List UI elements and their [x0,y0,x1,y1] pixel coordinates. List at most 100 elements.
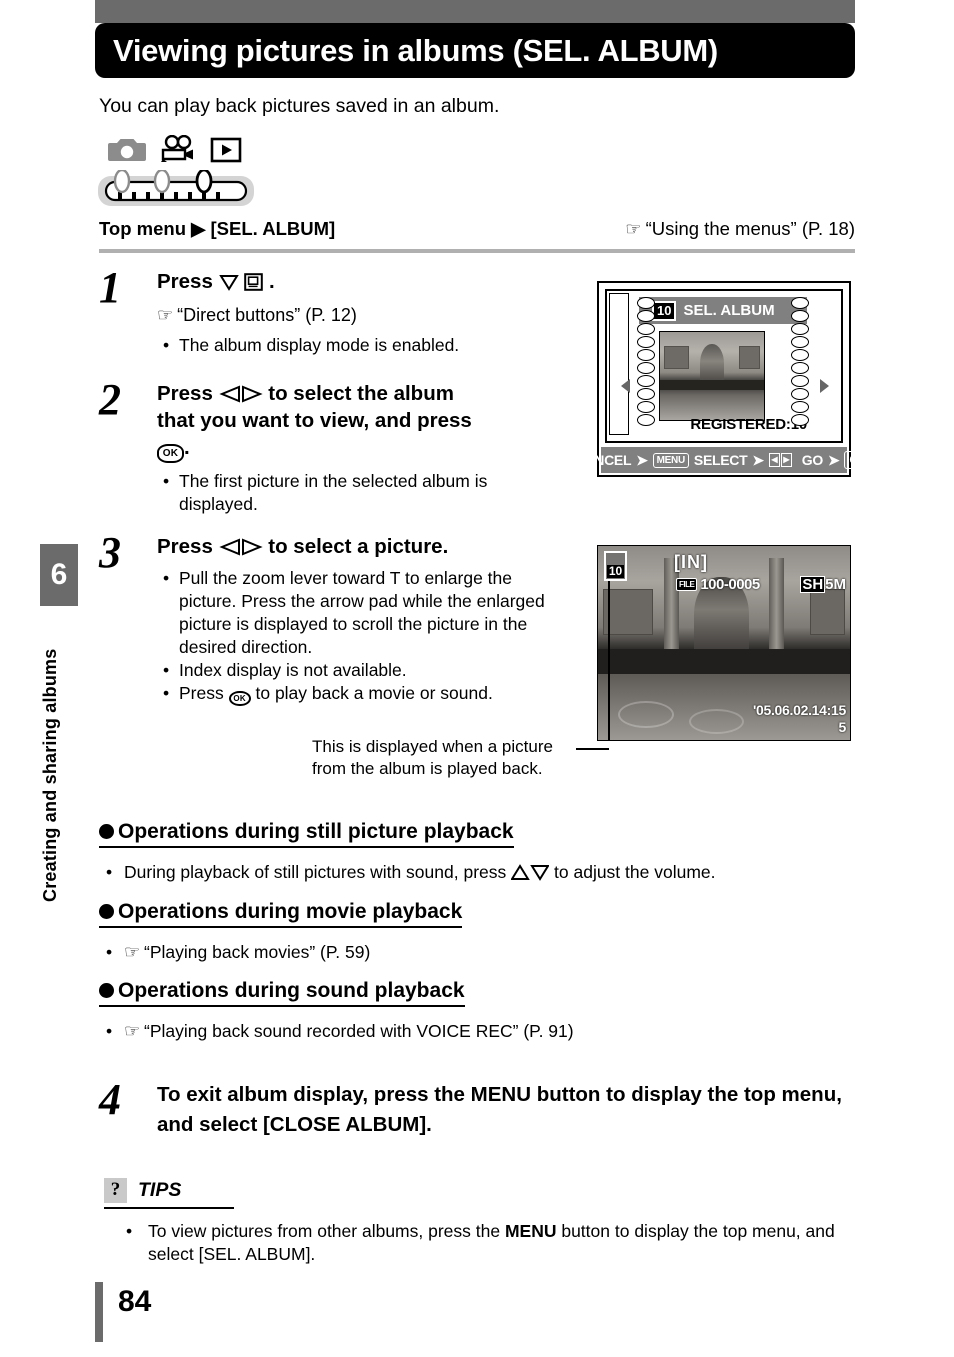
album-title-bar: 10 SEL. ALBUM [639,297,807,324]
question-mark-icon: ? [104,1178,127,1203]
section-sound-playback: Operations during sound playback ☞ “Play… [99,979,855,1043]
album-page-sheet: 10 SEL. ALBUM REGISTERED:10 [605,289,843,443]
step-2-number: 2 [99,375,121,424]
tips-menu-keyword: MENU [504,1221,557,1241]
left-right-arrow-keys-icon: ◀ ▶ [768,453,792,467]
page-title: Viewing pictures in albums (SEL. ALBUM) [113,32,718,68]
ok-button-icon: OK [228,691,251,706]
section-heading-movie: Operations during movie playback [99,900,463,928]
section-heading-movie-text: Operations during movie playback [118,900,463,923]
section-still-bullet-before: During playback of still pictures with s… [124,862,507,882]
date-line-2: 5 [838,719,847,735]
step-4: 4 To exit album display, press the MENU … [99,1078,855,1140]
hall-crowd [598,648,850,675]
step-2-heading-line2: that you want to view, and press [157,409,472,432]
floor-pattern-1 [618,701,674,729]
tips-bullet-part1: To view pictures from other albums, pres… [148,1221,505,1241]
section-movie-bullet: ☞ “Playing back movies” (P. 59) [99,941,855,964]
pointing-hand-icon: ☞ [625,219,641,239]
mode-icons-group [98,134,256,213]
step-1-number: 1 [99,263,121,312]
hall-column-right [769,557,785,659]
resolution-text: 5M [825,576,846,593]
album-spiral-left [635,297,657,435]
tips-header: ? TIPS [104,1178,181,1203]
section-heading-still: Operations during still picture playback [99,820,514,848]
top-menu-path: Top menu ▶ [SEL. ALBUM] [99,218,336,239]
step-2-bullets: The first picture in the selected album … [157,470,569,516]
menu-key-icon: MENU [652,452,689,468]
header-accent-bar [95,0,855,23]
step-3-heading-after: to select a picture. [268,535,449,558]
date-line-1: '05.06.02.14:15 [752,702,846,718]
mode-dial-icon [96,168,256,213]
lcd-screen-album-select: 10 SEL. ALBUM REGISTERED:10 CANCEL ➤ MEN… [575,281,874,477]
select-label: SELECT [693,452,748,468]
step-2-heading-after: to select the album [268,382,454,405]
memory-indicator: [IN] [674,552,708,572]
movie-camera-icon [159,134,197,168]
page-number: 84 [118,1285,152,1318]
file-number-indicator: FILE 100-0005 [676,576,760,593]
file-tag-icon: FILE [676,578,698,591]
pointing-hand-icon: ☞ [124,942,140,962]
album-title-text: SEL. ALBUM [683,302,775,319]
step-3-bullet-1: Pull the zoom lever toward T to enlarge … [157,567,569,659]
chapter-title-vertical: Creating and sharing albums [40,648,60,902]
header-divider [99,249,855,253]
quality-indicator: SH 5M [800,576,846,593]
cancel-label: CANCEL [574,452,632,468]
hall-painting-left [603,588,654,636]
tips-bullet: To view pictures from other albums, pres… [126,1220,856,1266]
step-1-heading-before: Press [157,270,213,293]
step-1-bullet-1: The album display mode is enabled. [157,334,569,357]
pointing-hand-icon: ☞ [157,305,173,325]
callout-leader-vertical [608,581,610,740]
bullet-dot-icon [99,983,114,998]
left-triangle-icon[interactable] [621,379,630,393]
section-still-bullet-after: to adjust the volume. [554,862,716,882]
arrow-right-glyph: ➤ [636,451,648,468]
using-the-menus-reference: ☞ “Using the menus” (P. 18) [625,218,855,240]
step-1-heading: Press . [157,268,569,295]
thumb-crowd [660,379,764,391]
tips-label: TIPS [138,1179,182,1201]
step-3-heading: Press to select a picture. [157,533,569,560]
go-label: GO [801,452,823,468]
top-menu-reference-row: Top menu ▶ [SEL. ALBUM] ☞ “Using the men… [99,218,855,240]
step-3-number: 3 [99,528,121,577]
step-2: 2 Press to select the album that you wan… [99,375,569,516]
section-movie-reference: “Playing back movies” (P. 59) [144,942,371,962]
step-3-bullet-3: Press OK to play back a movie or sound. [157,682,569,706]
left-right-arrow-keys-icon [218,382,269,405]
step-4-text: To exit album display, press the MENU bu… [157,1083,842,1136]
reference-text: “Using the menus” (P. 18) [645,218,855,239]
step-3-bullet-3-after: to play back a movie or sound. [255,683,493,703]
step-1-reference: ☞ “Direct buttons” (P. 12) [157,303,569,327]
section-sound-reference: “Playing back sound recorded with VOICE … [144,1021,574,1041]
right-triangle-icon[interactable] [820,379,829,393]
ok-button-icon: OK [157,444,184,463]
step-3: 3 Press to select a picture. Pull the zo… [99,528,569,706]
step-3-bullet-3-before: Press [179,683,224,703]
section-heading-still-text: Operations during still picture playback [118,820,514,843]
playback-icon [210,137,242,168]
bullet-dot-icon [99,824,114,839]
thumb-painting-right [739,346,760,369]
lcd-screen-playback: 10 [IN] FILE 100-0005 SH 5M '05.06.02.14:… [597,545,851,741]
arrow-right-glyph: ➤ [827,451,840,468]
section-still-picture-playback: Operations during still picture playback… [99,820,855,884]
album-indicator-icon: 10 [604,551,627,581]
tips-divider [104,1207,234,1209]
section-still-bullet: During playback of still pictures with s… [99,861,855,884]
quality-sh-badge: SH [800,576,826,593]
step-2-heading: Press to select the album that you want … [157,380,569,463]
left-right-arrow-keys-icon [218,535,269,558]
callout-leader-line [576,748,609,750]
step-2-bullet-1: The first picture in the selected album … [157,470,569,516]
step-3-bullets: Pull the zoom lever toward T to enlarge … [157,567,569,706]
section-heading-sound: Operations during sound playback [99,979,465,1007]
arrow-right-glyph: ➤ [752,451,764,468]
step-1-reference-text: “Direct buttons” (P. 12) [177,305,357,325]
date-time-indicator: '05.06.02.14:15 5 [716,702,846,736]
